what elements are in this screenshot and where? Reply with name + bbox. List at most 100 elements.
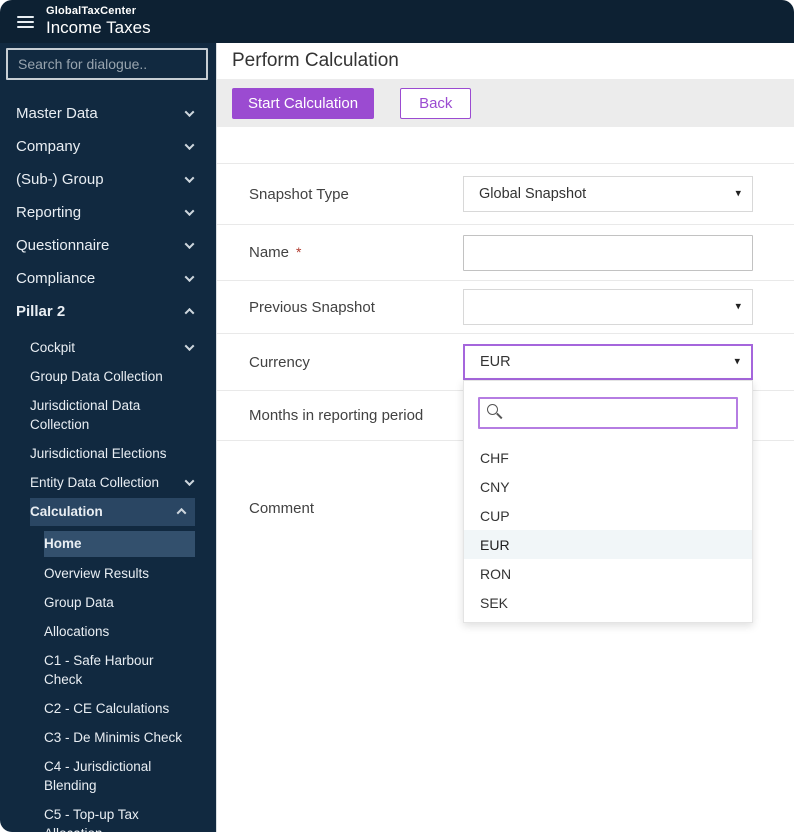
chevron-down-icon — [185, 272, 195, 282]
sidebar-item-master-data[interactable]: Master Data — [0, 97, 216, 130]
chevron-down-icon — [185, 341, 195, 351]
sidebar-item-c5-top-up-tax-allocation[interactable]: C5 - Top-up Tax Allocation — [0, 800, 216, 832]
caret-down-icon: ▾ — [735, 189, 741, 200]
currency-option-ron[interactable]: RON — [464, 559, 752, 588]
sidebar-item-compliance[interactable]: Compliance — [0, 262, 216, 295]
currency-option-eur[interactable]: EUR — [464, 530, 752, 559]
sidebar-item-label: Master Data — [16, 105, 98, 122]
sidebar-item-label: Calculation — [30, 502, 103, 521]
search-icon — [487, 404, 498, 415]
sidebar-item-label: Group Data — [44, 593, 114, 612]
sidebar-item-overview-results[interactable]: Overview Results — [0, 559, 216, 588]
snapshot-type-value: Global Snapshot — [479, 186, 586, 202]
sidebar-item-label: C4 - Jurisdictional Blending — [44, 757, 193, 795]
name-label: Name * — [249, 244, 463, 261]
chevron-up-icon — [185, 308, 195, 318]
sidebar-item-c2-ce-calculations[interactable]: C2 - CE Calculations — [0, 694, 216, 723]
chevron-up-icon — [177, 508, 187, 518]
page-title-bar: Perform Calculation — [217, 43, 794, 79]
currency-option-chf[interactable]: CHF — [464, 443, 752, 472]
sidebar-item-entity-data-collection[interactable]: Entity Data Collection — [0, 468, 216, 497]
months-label: Months in reporting period — [249, 407, 463, 424]
currency-label: Currency — [249, 354, 463, 371]
sidebar-item-label: Company — [16, 138, 80, 155]
currency-option-sek[interactable]: SEK — [464, 588, 752, 617]
calculation-form: Snapshot Type Global Snapshot ▾ Name * — [217, 163, 794, 575]
snapshot-type-row: Snapshot Type Global Snapshot ▾ — [217, 163, 794, 225]
sidebar-item-label: C2 - CE Calculations — [44, 699, 169, 718]
chevron-down-icon — [185, 239, 195, 249]
sidebar-item-label: Questionnaire — [16, 237, 109, 254]
app-window: GlobalTaxCenter Income Taxes Master Data… — [0, 0, 794, 832]
sidebar-item-label: Compliance — [16, 270, 95, 287]
sidebar-item-company[interactable]: Company — [0, 130, 216, 163]
currency-search-input[interactable] — [478, 397, 738, 429]
currency-option-cup[interactable]: CUP — [464, 501, 752, 530]
sidebar-item-calculation[interactable]: Calculation — [30, 498, 195, 526]
sidebar-nav: Master Data Company (Sub-) Group Reporti… — [0, 97, 216, 832]
chevron-down-icon — [185, 107, 195, 117]
currency-select[interactable]: EUR ▾ — [463, 344, 753, 380]
currency-option-cny[interactable]: CNY — [464, 472, 752, 501]
currency-dropdown-panel: CHF CNY CUP EUR RON SEK — [463, 380, 753, 623]
previous-snapshot-label: Previous Snapshot — [249, 299, 463, 316]
sidebar: Master Data Company (Sub-) Group Reporti… — [0, 43, 216, 832]
comment-label: Comment — [249, 500, 463, 517]
sidebar-item-cockpit[interactable]: Cockpit — [0, 333, 216, 362]
sidebar-item-jurisdictional-elections[interactable]: Jurisdictional Elections — [0, 439, 216, 468]
name-row: Name * — [217, 225, 794, 281]
sidebar-item-label: Pillar 2 — [16, 303, 65, 320]
sidebar-item-label: Group Data Collection — [30, 367, 163, 386]
caret-down-icon: ▾ — [734, 357, 740, 368]
sidebar-item-pillar-2[interactable]: Pillar 2 — [0, 295, 216, 328]
sidebar-item-group-data[interactable]: Group Data — [0, 588, 216, 617]
snapshot-type-select[interactable]: Global Snapshot ▾ — [463, 176, 753, 212]
snapshot-type-label: Snapshot Type — [249, 186, 463, 203]
start-calculation-button[interactable]: Start Calculation — [232, 88, 374, 119]
sidebar-item-label: Home — [44, 534, 82, 553]
calculation-submenu: Home Overview Results Group Data Allocat… — [0, 531, 216, 832]
previous-snapshot-row: Previous Snapshot ▾ — [217, 281, 794, 334]
currency-row: Currency EUR ▾ CHF CNY CUP EU — [217, 334, 794, 391]
page-title: Perform Calculation — [232, 50, 399, 72]
previous-snapshot-select[interactable]: ▾ — [463, 289, 753, 325]
sidebar-item-label: Reporting — [16, 204, 81, 221]
chevron-down-icon — [185, 476, 195, 486]
sidebar-item-questionnaire[interactable]: Questionnaire — [0, 229, 216, 262]
back-button[interactable]: Back — [400, 88, 471, 119]
sidebar-item-allocations[interactable]: Allocations — [0, 617, 216, 646]
name-input[interactable] — [463, 235, 753, 271]
pillar2-submenu: Cockpit Group Data Collection Jurisdicti… — [0, 333, 216, 832]
currency-value: EUR — [480, 354, 511, 370]
sidebar-item-label: (Sub-) Group — [16, 171, 104, 188]
sidebar-item-reporting[interactable]: Reporting — [0, 196, 216, 229]
sidebar-item-label: Entity Data Collection — [30, 473, 159, 492]
sidebar-item-jurisdictional-data-collection[interactable]: Jurisdictional Data Collection — [0, 391, 216, 439]
sidebar-item-label: Overview Results — [44, 564, 149, 583]
sidebar-item-c3-de-minimis-check[interactable]: C3 - De Minimis Check — [0, 723, 216, 752]
app-header: GlobalTaxCenter Income Taxes — [0, 0, 794, 43]
toolbar: Start Calculation Back — [217, 79, 794, 127]
sidebar-item-c4-jurisdictional-blending[interactable]: C4 - Jurisdictional Blending — [0, 752, 216, 800]
name-label-text: Name — [249, 244, 289, 261]
sidebar-item-home[interactable]: Home — [44, 531, 195, 557]
hamburger-menu-icon[interactable] — [17, 13, 34, 31]
chevron-down-icon — [185, 173, 195, 183]
sidebar-item-group-data-collection[interactable]: Group Data Collection — [0, 362, 216, 391]
header-page-title: Income Taxes — [46, 18, 151, 38]
sidebar-item-label: Cockpit — [30, 338, 75, 357]
chevron-down-icon — [185, 140, 195, 150]
header-titles: GlobalTaxCenter Income Taxes — [46, 5, 151, 37]
sidebar-item-c1-safe-harbour-check[interactable]: C1 - Safe Harbour Check — [0, 646, 216, 694]
sidebar-search-input[interactable] — [6, 48, 208, 80]
caret-down-icon: ▾ — [735, 302, 741, 313]
sidebar-item-sub-group[interactable]: (Sub-) Group — [0, 163, 216, 196]
required-asterisk: * — [296, 244, 301, 260]
main-content: Perform Calculation Start Calculation Ba… — [216, 43, 794, 832]
sidebar-item-label: Allocations — [44, 622, 109, 641]
sidebar-item-label: C5 - Top-up Tax Allocation — [44, 805, 193, 832]
chevron-down-icon — [185, 206, 195, 216]
app-name: GlobalTaxCenter — [46, 5, 151, 18]
sidebar-item-label: Jurisdictional Data Collection — [30, 396, 180, 434]
sidebar-item-label: C1 - Safe Harbour Check — [44, 651, 193, 689]
